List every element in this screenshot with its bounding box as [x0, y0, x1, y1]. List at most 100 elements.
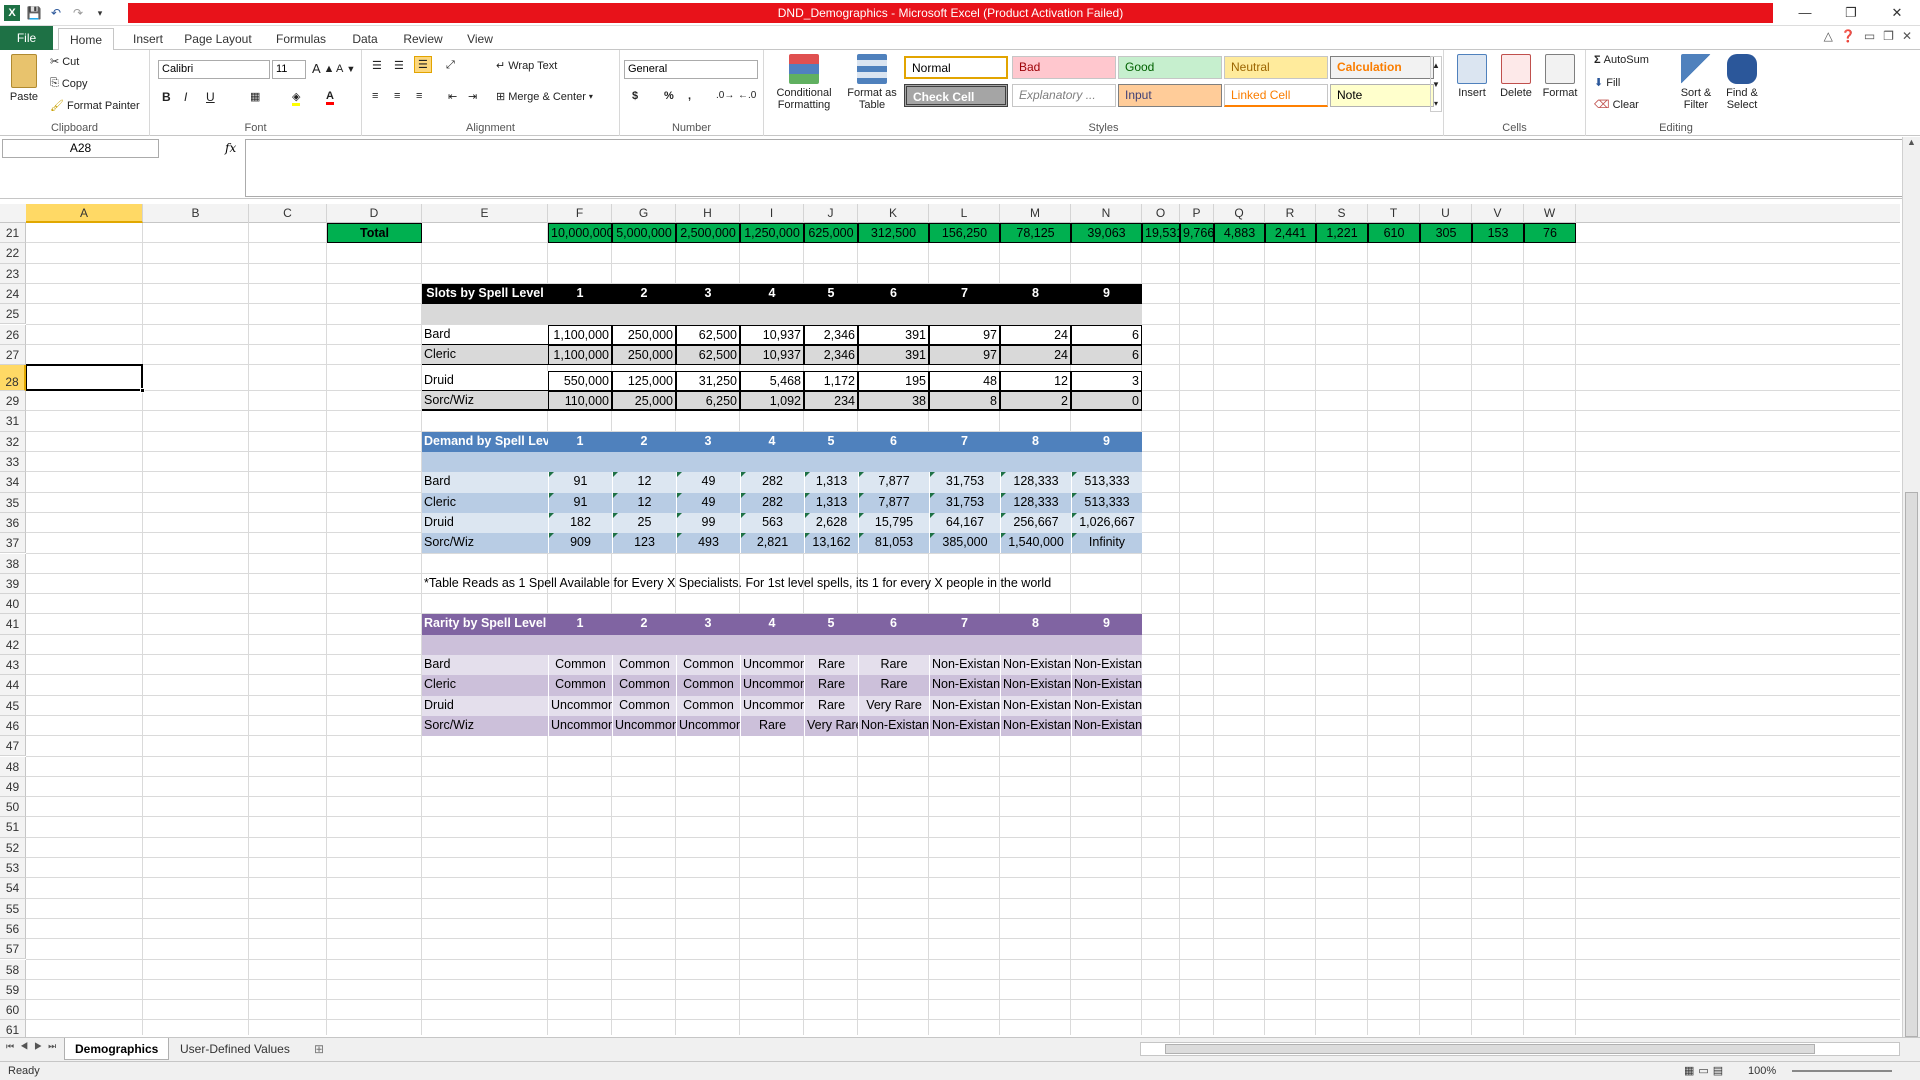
slots-value[interactable]: 5,468 — [740, 371, 804, 392]
scroll-up-icon[interactable]: ▲ — [1903, 137, 1920, 153]
demand-value[interactable]: 49 — [676, 492, 740, 513]
rarity-value[interactable]: Non-Existant — [1000, 695, 1071, 716]
italic-button[interactable]: I — [184, 90, 187, 104]
style-neutral[interactable]: Neutral — [1224, 56, 1328, 79]
demand-spacer-cell[interactable] — [929, 452, 1000, 473]
rarity-level-header[interactable]: 8 — [1000, 614, 1071, 635]
demand-level-header[interactable]: 4 — [740, 431, 804, 452]
demand-value[interactable]: 31,753 — [929, 472, 1000, 493]
rarity-level-header[interactable]: 3 — [676, 614, 740, 635]
slots-level-header[interactable]: 8 — [1000, 283, 1071, 305]
slots-level-header[interactable]: 2 — [612, 283, 676, 305]
currency-button[interactable]: $ — [632, 90, 638, 102]
column-header-d[interactable]: D — [327, 204, 422, 223]
column-header-t[interactable]: T — [1368, 204, 1420, 223]
style-bad[interactable]: Bad — [1012, 56, 1116, 79]
row-header-56[interactable]: 56 — [0, 918, 26, 940]
increase-indent-icon[interactable]: ⇥ — [468, 90, 477, 103]
total-value[interactable]: 9,766 — [1180, 223, 1214, 244]
rarity-spacer-cell[interactable] — [1000, 634, 1071, 655]
demand-spacer-cell[interactable] — [740, 452, 804, 473]
demand-value[interactable]: 2,628 — [804, 512, 858, 534]
fill-color-icon[interactable]: ◈ — [292, 90, 301, 106]
demand-spacer-cell[interactable] — [422, 452, 548, 473]
redo-icon[interactable]: ↷ — [70, 5, 86, 21]
new-sheet-icon[interactable]: ⊞ — [304, 1038, 334, 1060]
demand-value[interactable]: 385,000 — [929, 533, 1000, 554]
rarity-value[interactable]: Non-Existant — [929, 715, 1000, 737]
demand-value[interactable]: 182 — [548, 512, 612, 534]
total-value[interactable]: 19,531 — [1142, 223, 1180, 244]
style-check-cell[interactable]: Check Cell — [904, 84, 1008, 107]
tab-review[interactable]: Review — [398, 28, 448, 50]
rarity-value[interactable]: Uncommon — [740, 675, 804, 696]
rarity-spacer-cell[interactable] — [612, 634, 676, 655]
slots-value[interactable]: 0 — [1071, 391, 1142, 412]
demand-value[interactable]: 91 — [548, 492, 612, 513]
slots-value[interactable]: 250,000 — [612, 324, 676, 345]
row-header-25[interactable]: 25 — [0, 304, 26, 325]
view-buttons[interactable]: ▦▭▤ — [1684, 1062, 1727, 1080]
row-header-42[interactable]: 42 — [0, 634, 26, 655]
slots-value[interactable]: 48 — [929, 371, 1000, 392]
slots-value[interactable]: 6 — [1071, 324, 1142, 345]
style-good[interactable]: Good — [1118, 56, 1222, 79]
column-header-f[interactable]: F — [548, 204, 612, 223]
rarity-row-label[interactable]: Sorc/Wiz — [422, 715, 548, 737]
demand-spacer-cell[interactable] — [548, 452, 612, 473]
rarity-spacer-cell[interactable] — [858, 634, 929, 655]
style-note[interactable]: Note — [1330, 84, 1434, 107]
demand-value[interactable]: 1,540,000 — [1000, 533, 1071, 554]
slots-row-label[interactable]: Cleric — [422, 344, 548, 366]
rarity-value[interactable]: Common — [676, 675, 740, 696]
total-value[interactable]: 625,000 — [804, 223, 858, 244]
slots-value[interactable]: 195 — [858, 371, 929, 392]
total-value[interactable]: 312,500 — [858, 223, 929, 244]
wrap-text-button[interactable]: ↵ Wrap Text — [496, 59, 557, 73]
column-header-s[interactable]: S — [1316, 204, 1368, 223]
column-header-c[interactable]: C — [249, 204, 327, 223]
demand-value[interactable]: 1,313 — [804, 472, 858, 493]
rarity-value[interactable]: Uncommon — [740, 655, 804, 676]
column-header-j[interactable]: J — [804, 204, 858, 223]
slots-value[interactable]: 38 — [858, 391, 929, 412]
slots-value[interactable]: 97 — [929, 324, 1000, 345]
rarity-level-header[interactable]: 9 — [1071, 614, 1142, 635]
rarity-level-header[interactable]: 2 — [612, 614, 676, 635]
demand-row-label[interactable]: Bard — [422, 472, 548, 493]
demand-table-title[interactable]: Demand by Spell Level* — [422, 431, 548, 452]
tab-home[interactable]: Home — [58, 28, 114, 51]
column-header-w[interactable]: W — [1524, 204, 1576, 223]
align-right-icon[interactable]: ≡ — [416, 90, 422, 102]
slots-value[interactable]: 6,250 — [676, 391, 740, 412]
rarity-value[interactable]: Very Rare — [858, 695, 929, 716]
slots-value[interactable]: 1,100,000 — [548, 344, 612, 366]
slots-value[interactable]: 234 — [804, 391, 858, 412]
column-header-b[interactable]: B — [143, 204, 249, 223]
demand-value[interactable]: 12 — [612, 472, 676, 493]
demand-value[interactable]: 49 — [676, 472, 740, 493]
total-value[interactable]: 305 — [1420, 223, 1472, 244]
row-header-29[interactable]: 29 — [0, 391, 26, 412]
demand-row-label[interactable]: Sorc/Wiz — [422, 533, 548, 554]
rarity-value[interactable]: Very Rare — [804, 715, 858, 737]
tab-file[interactable]: File — [0, 26, 53, 50]
slots-value[interactable]: 62,500 — [676, 344, 740, 366]
demand-level-header[interactable]: 6 — [858, 431, 929, 452]
demand-value[interactable]: Infinity — [1071, 533, 1142, 554]
demand-level-header[interactable]: 7 — [929, 431, 1000, 452]
row-header-36[interactable]: 36 — [0, 512, 26, 534]
comma-button[interactable]: , — [688, 90, 691, 102]
slots-spacer-cell[interactable] — [740, 304, 804, 325]
workbook-restore-icon[interactable]: ❐ — [1883, 29, 1894, 43]
scroll-thumb[interactable] — [1905, 492, 1918, 1037]
rarity-level-header[interactable]: 5 — [804, 614, 858, 635]
demand-value[interactable]: 7,877 — [858, 492, 929, 513]
rarity-value[interactable]: Non-Existant — [1071, 695, 1142, 716]
bold-button[interactable]: B — [162, 90, 171, 104]
column-header-p[interactable]: P — [1180, 204, 1214, 223]
demand-level-header[interactable]: 5 — [804, 431, 858, 452]
demand-value[interactable]: 123 — [612, 533, 676, 554]
rarity-value[interactable]: Non-Existant — [929, 655, 1000, 676]
rarity-value[interactable]: Common — [548, 655, 612, 676]
